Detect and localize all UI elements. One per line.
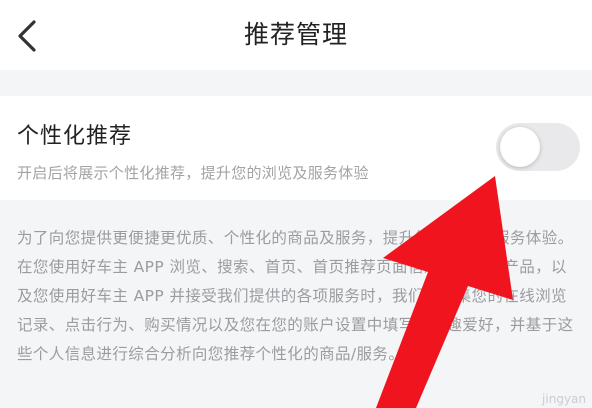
explanation-text: 为了向您提供更便捷更优质、个性化的商品及服务，提升您的浏览及服务体验。在您使用好… (17, 229, 574, 363)
setting-description: 开启后将展示个性化推荐，提升您的浏览及服务体验 (17, 164, 369, 182)
watermark-icon: jingyan (542, 392, 586, 406)
setting-title: 个性化推荐 (17, 124, 133, 149)
personalized-recommendation-toggle[interactable] (496, 123, 580, 171)
personalized-recommendation-row: 个性化推荐 开启后将展示个性化推荐，提升您的浏览及服务体验 (0, 96, 592, 200)
page-title: 推荐管理 (243, 20, 348, 49)
nav-bar: 推荐管理 (0, 0, 592, 70)
toggle-knob (500, 127, 540, 167)
section-gap (0, 70, 592, 96)
